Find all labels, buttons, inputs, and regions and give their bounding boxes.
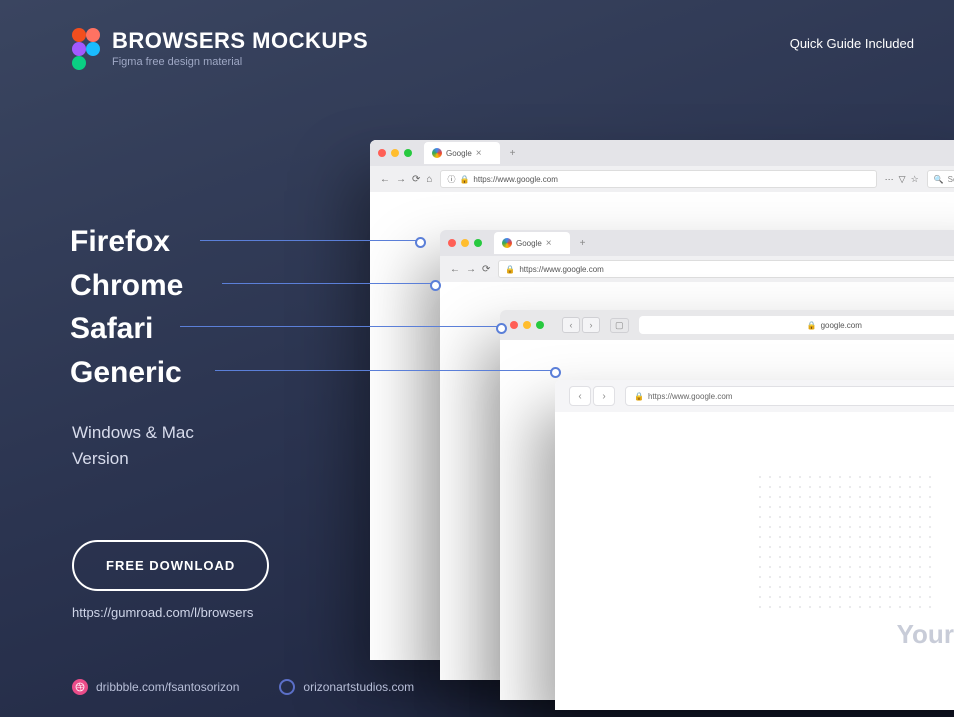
label-safari: Safari bbox=[70, 307, 183, 351]
address-bar: 🔒 https://www.google.com bbox=[625, 386, 954, 406]
header: BROWSERS MOCKUPS Figma free design mater… bbox=[72, 28, 368, 70]
url-text: https://www.google.com bbox=[473, 175, 557, 184]
footer: dribbble.com/fsantosorizon orizonartstud… bbox=[72, 679, 414, 695]
connector-safari bbox=[180, 326, 503, 327]
quick-guide-label: Quick Guide Included bbox=[790, 36, 914, 51]
shield-icon: ▽ bbox=[899, 174, 906, 185]
connector-chrome bbox=[222, 283, 437, 284]
search-field: 🔍 Search bbox=[927, 170, 954, 188]
browser-tab: Google × bbox=[494, 232, 570, 254]
label-generic: Generic bbox=[70, 351, 183, 395]
connector-firefox bbox=[200, 240, 422, 241]
orizon-link[interactable]: orizonartstudios.com bbox=[279, 679, 414, 695]
back-icon: ← bbox=[380, 174, 390, 185]
lock-icon: 🔒 bbox=[505, 265, 515, 274]
back-icon: ‹ bbox=[569, 386, 591, 406]
address-bar: 🔒 google.com bbox=[639, 316, 954, 334]
window-controls bbox=[448, 239, 482, 247]
free-download-button[interactable]: FREE DOWNLOAD bbox=[72, 540, 269, 591]
reload-icon: ⟳ bbox=[412, 174, 420, 185]
more-icon: ⋯ bbox=[885, 174, 894, 185]
forward-icon: → bbox=[466, 264, 476, 275]
connector-generic bbox=[215, 370, 557, 371]
home-icon: ⌂ bbox=[426, 174, 432, 185]
close-icon: × bbox=[476, 148, 482, 159]
page-title: BROWSERS MOCKUPS bbox=[112, 28, 368, 54]
download-url[interactable]: https://gumroad.com/l/browsers bbox=[72, 605, 253, 620]
orizon-icon bbox=[279, 679, 295, 695]
forward-icon: → bbox=[396, 174, 406, 185]
new-tab-icon: + bbox=[580, 238, 586, 249]
lock-icon: 🔒 bbox=[634, 392, 644, 401]
dribbble-icon bbox=[72, 679, 88, 695]
version-text: Windows & Mac Version bbox=[72, 420, 194, 471]
lock-icon: 🔒 bbox=[459, 175, 469, 184]
placeholder-text: Your screen bbox=[897, 619, 954, 650]
close-icon: × bbox=[546, 238, 552, 249]
browser-tab: Google × bbox=[424, 142, 500, 164]
forward-icon: › bbox=[593, 386, 615, 406]
back-icon: ← bbox=[450, 264, 460, 275]
window-controls bbox=[378, 149, 412, 157]
favicon-icon bbox=[432, 148, 442, 158]
sidebar-icon: ▢ bbox=[610, 318, 629, 333]
url-text: https://www.google.com bbox=[648, 392, 732, 401]
dot-pattern bbox=[755, 472, 935, 612]
info-icon: ⓘ bbox=[447, 174, 455, 185]
dribbble-link[interactable]: dribbble.com/fsantosorizon bbox=[72, 679, 239, 695]
browser-list: Firefox Chrome Safari Generic bbox=[70, 220, 183, 394]
address-bar: ⓘ 🔒 https://www.google.com bbox=[440, 170, 876, 188]
back-icon: ‹ bbox=[562, 317, 580, 333]
label-chrome: Chrome bbox=[70, 264, 183, 308]
forward-icon: › bbox=[582, 317, 600, 333]
reload-icon: ⟳ bbox=[482, 264, 490, 275]
label-firefox: Firefox bbox=[70, 220, 183, 264]
search-icon: 🔍 bbox=[934, 175, 944, 184]
window-controls bbox=[510, 321, 544, 329]
lock-icon: 🔒 bbox=[807, 321, 817, 330]
favicon-icon bbox=[502, 238, 512, 248]
generic-mockup: ‹ › 🔒 https://www.google.com Your screen bbox=[555, 380, 954, 710]
star-icon: ☆ bbox=[911, 174, 919, 185]
url-text: google.com bbox=[821, 321, 862, 330]
nav-buttons: ‹ › bbox=[569, 386, 615, 406]
tab-title: Google bbox=[446, 149, 472, 158]
nav-buttons: ‹› bbox=[562, 317, 600, 333]
figma-logo-icon bbox=[72, 28, 100, 70]
tab-title: Google bbox=[516, 239, 542, 248]
url-text: https://www.google.com bbox=[519, 265, 603, 274]
address-bar: 🔒 https://www.google.com bbox=[498, 260, 954, 278]
new-tab-icon: + bbox=[510, 148, 516, 159]
page-subtitle: Figma free design material bbox=[112, 56, 368, 68]
